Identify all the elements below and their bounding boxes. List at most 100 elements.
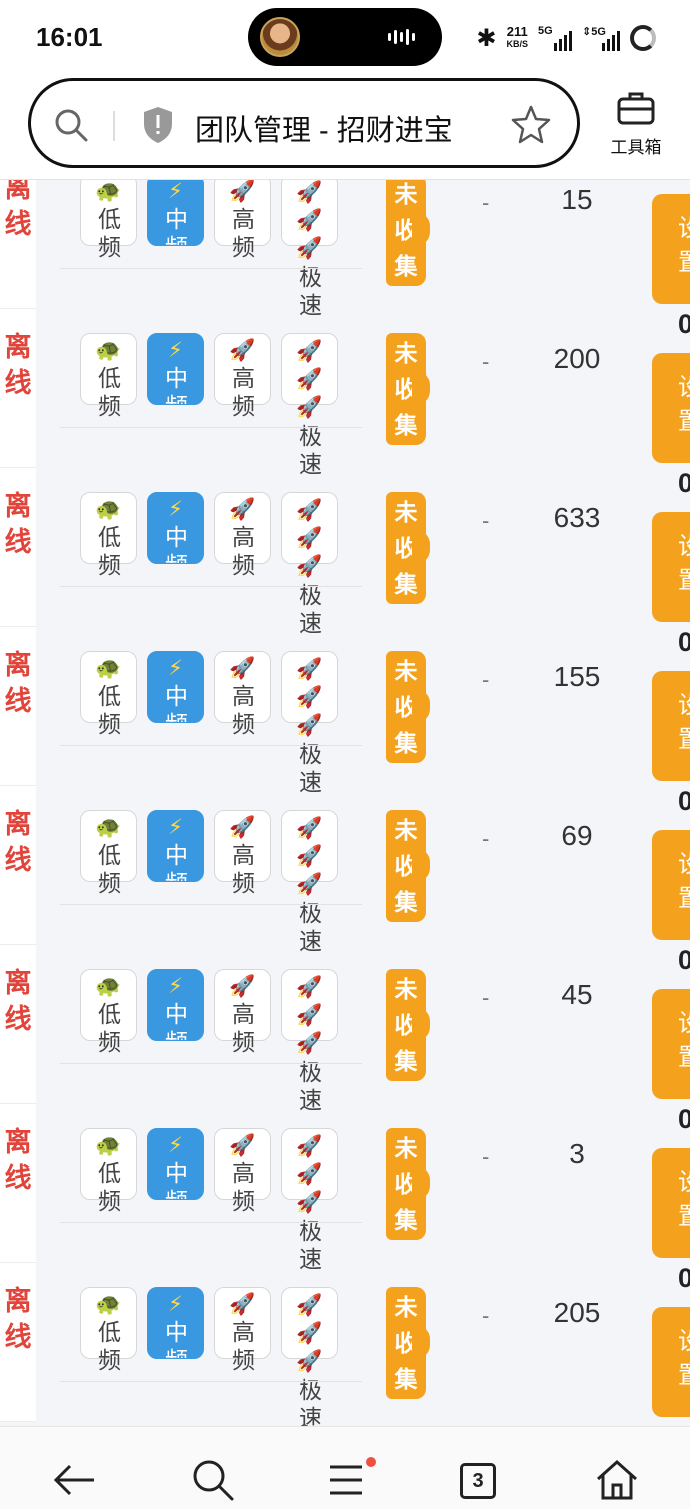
settings-button[interactable]: 设置 [652,353,690,463]
toolbox-button[interactable]: 工具箱 [604,90,668,158]
settings-button[interactable]: 设置 [652,512,690,622]
status-offline: 离线 [4,968,32,1034]
freq-button-high[interactable]: 🚀 高频 [214,651,271,737]
freq-button-high[interactable]: 🚀 高频 [214,1287,271,1373]
not-collected-badge: 未收集 [386,810,430,922]
divider [60,427,362,428]
settings-button[interactable]: 设置 [652,1148,690,1258]
settings-button[interactable]: 设置 [652,989,690,1099]
freq-label: 高频 [232,1160,255,1214]
table-row: 离线 🐢 低频 ⚡ 中频 🚀 高频 🚀🚀🚀极速 未收集 - 15 0 设置 [0,180,690,318]
freq-button-fast[interactable]: 🚀 🚀 🚀 极速 [281,1287,338,1426]
freq-button-mid[interactable]: ⚡ 中频 [147,180,204,246]
freq-button-fast[interactable]: 🚀 🚀 🚀 极速 [281,969,338,1113]
freq-button-mid[interactable]: ⚡ 中频 [147,1287,204,1359]
table-row: 离线 🐢 低频 ⚡ 中频 🚀 高频 🚀🚀🚀极速 未收集 - 3 0 设置 [0,1104,690,1272]
url-pill[interactable]: 团队管理 - 招财进宝 [28,78,580,168]
speed-unit: KB/S [506,39,528,49]
lightning-icon: ⚡ [168,657,183,680]
status-cell: 离线 [0,180,36,309]
freq-label: 低频 [98,1160,121,1214]
home-icon[interactable] [594,1457,640,1503]
tabs-button[interactable]: 3 [460,1463,496,1499]
freq-button-high[interactable]: 🚀 高频 [214,969,271,1055]
freq-button-fast[interactable]: 🚀 🚀 🚀 极速 [281,492,338,636]
bookmark-star-icon[interactable] [509,103,553,147]
freq-button-mid[interactable]: ⚡ 中频 [147,810,204,882]
bluetooth-icon: ✱ [476,24,497,52]
settings-button[interactable]: 设置 [652,1307,690,1417]
freq-label: 中频 [165,365,188,404]
freq-button-high[interactable]: 🚀 高频 [214,1128,271,1214]
settings-button[interactable]: 设置 [652,671,690,781]
table-row: 离线 🐢 低频 ⚡ 中频 🚀 高频 🚀🚀🚀极速 未收集 - 633 0 设置 [0,468,690,636]
freq-button-mid[interactable]: ⚡ 中频 [147,1128,204,1200]
dynamic-island[interactable] [248,8,442,66]
turtle-icon: 🐢 [95,657,122,680]
bottom-nav: 3 [0,1426,690,1509]
lightning-icon: ⚡ [168,1134,183,1157]
rocket-icon: 🚀 [229,1293,256,1316]
back-icon[interactable] [52,1457,98,1503]
divider [60,1222,362,1223]
freq-button-fast[interactable]: 🚀 🚀 🚀 极速 [281,1128,338,1272]
lightning-icon: ⚡ [168,180,183,203]
freq-button-low[interactable]: 🐢 低频 [80,651,137,737]
toolbox-label: 工具箱 [610,138,662,157]
network-speed: 211 KB/S [506,25,528,50]
page-title[interactable]: 团队管理 - 招财进宝 [195,107,453,149]
rocket-icon: 🚀 [229,339,256,362]
search-icon[interactable] [53,107,89,143]
settings-button[interactable]: 设置 [652,194,690,304]
freq-label: 高频 [232,1319,255,1373]
browser-address-bar: 团队管理 - 招财进宝 工具箱 [0,74,690,180]
freq-button-fast[interactable]: 🚀 🚀 🚀 极速 [281,810,338,954]
lightning-icon: ⚡ [168,816,183,839]
freq-button-high[interactable]: 🚀 高频 [214,492,271,578]
freq-button-fast[interactable]: 🚀 🚀 🚀 极速 [281,180,338,318]
empty-value: - [482,190,490,215]
status-cell: 离线 [0,1263,36,1422]
freq-button-mid[interactable]: ⚡ 中频 [147,969,204,1041]
freq-button-low[interactable]: 🐢 低频 [80,810,137,896]
freq-label: 中频 [165,1001,188,1040]
team-table: 离线🐢低频⚡中频🚀高频🚀🚀🚀极速未收集-150设置离线🐢低频⚡中频🚀高频🚀🚀🚀极… [0,180,690,1426]
freq-label: 低频 [98,683,121,737]
freq-button-mid[interactable]: ⚡ 中频 [147,333,204,405]
rocket-icon: 🚀 [229,816,256,839]
freq-button-low[interactable]: 🐢 低频 [80,969,137,1055]
zero-value: 0 [678,786,690,816]
freq-button-low[interactable]: 🐢 低频 [80,1128,137,1214]
freq-button-high[interactable]: 🚀 高频 [214,810,271,896]
freq-button-high[interactable]: 🚀 高频 [214,333,271,419]
status-offline: 离线 [4,180,32,239]
freq-label: 中频 [165,683,188,722]
freq-button-mid[interactable]: ⚡ 中频 [147,651,204,723]
freq-button-low[interactable]: 🐢 低频 [80,180,137,260]
freq-button-fast[interactable]: 🚀 🚀 🚀 极速 [281,651,338,795]
freq-label: 极速 [299,1377,322,1426]
divider [60,586,362,587]
rocket-icon: 🚀 🚀 🚀 [296,817,323,896]
status-cell: 离线 [0,786,36,945]
freq-button-low[interactable]: 🐢 低频 [80,1287,137,1373]
freq-button-low[interactable]: 🐢 低频 [80,492,137,578]
settings-button[interactable]: 设置 [652,830,690,940]
freq-label: 低频 [98,365,121,419]
freq-button-fast[interactable]: 🚀 🚀 🚀 极速 [281,333,338,477]
freq-label: 低频 [98,524,121,578]
turtle-icon: 🐢 [95,339,122,362]
menu-icon[interactable] [326,1457,372,1503]
status-cell: 离线 [0,627,36,786]
freq-label: 低频 [98,1319,121,1373]
freq-label: 高频 [232,1001,255,1055]
shield-icon[interactable] [141,105,175,145]
rocket-icon: 🚀 [229,1134,256,1157]
freq-button-mid[interactable]: ⚡ 中频 [147,492,204,564]
zero-value: 0 [678,627,690,657]
search-icon[interactable] [190,1457,236,1503]
lightning-icon: ⚡ [168,1293,183,1316]
freq-button-high[interactable]: 🚀 高频 [214,180,271,260]
rocket-icon: 🚀 🚀 🚀 [296,499,323,578]
freq-button-low[interactable]: 🐢 低频 [80,333,137,419]
